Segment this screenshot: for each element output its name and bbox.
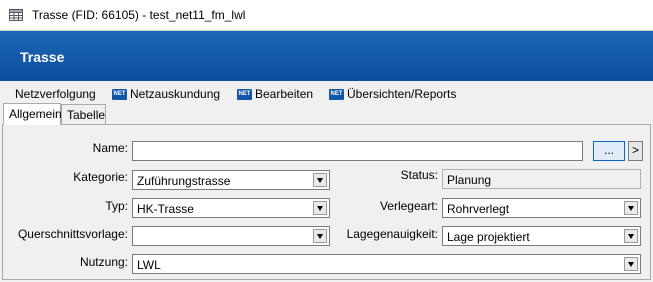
browse-button[interactable]: ... xyxy=(593,141,625,161)
verlegeart-select[interactable]: Rohrverlegt xyxy=(442,198,641,218)
status-field: Planung xyxy=(442,169,641,189)
kategorie-label: Kategorie: xyxy=(73,170,128,184)
nutzung-value: LWL xyxy=(137,258,161,272)
next-button[interactable]: > xyxy=(628,141,643,161)
chevron-down-icon[interactable] xyxy=(624,201,638,215)
chevron-down-icon[interactable] xyxy=(624,257,638,271)
chevron-down-icon[interactable] xyxy=(313,229,327,243)
querschnittsvorlage-label: Querschnittsvorlage: xyxy=(17,227,128,241)
table-window-icon xyxy=(9,9,23,21)
status-label: Status: xyxy=(400,168,438,182)
chevron-down-icon[interactable] xyxy=(313,201,327,215)
title-bar: Trasse (FID: 66105) - test_net11_fm_lwl xyxy=(0,0,653,31)
verlegeart-value: Rohrverlegt xyxy=(447,202,510,216)
kategorie-value: Zuführungstrasse xyxy=(137,174,231,188)
lagegenauigkeit-select[interactable]: Lage projektiert xyxy=(442,226,641,246)
net-icon: NET xyxy=(112,88,127,100)
lagegenauigkeit-label: Lagegenauigkeit: xyxy=(346,227,438,241)
menu-uebersichten-reports[interactable]: NET Übersichten/Reports xyxy=(329,86,456,102)
chevron-down-icon[interactable] xyxy=(313,173,327,187)
menu-bearbeiten[interactable]: NET Bearbeiten xyxy=(237,86,313,102)
nutzung-select[interactable]: LWL xyxy=(132,254,641,274)
menu-label: Bearbeiten xyxy=(255,87,314,101)
querschnittsvorlage-select[interactable] xyxy=(132,226,330,246)
typ-select[interactable]: HK-Trasse xyxy=(132,198,330,218)
typ-label: Typ: xyxy=(105,199,128,213)
menu-netzauskundung[interactable]: NET Netzauskundung xyxy=(112,86,220,102)
general-panel: Name: ... > Kategorie: Zuführungstrasse … xyxy=(2,124,651,280)
tab-allgemein[interactable]: Allgemein xyxy=(3,103,62,125)
window-title: Trasse (FID: 66105) - test_net11_fm_lwl xyxy=(32,8,246,22)
kategorie-select[interactable]: Zuführungstrasse xyxy=(132,170,330,190)
banner-title: Trasse xyxy=(20,49,65,65)
net-icon: NET xyxy=(237,88,252,100)
name-label: Name: xyxy=(92,141,128,155)
menu-netzverfolgung[interactable]: Netzverfolgung xyxy=(15,86,96,102)
menu-label: Netzauskundung xyxy=(130,87,221,101)
header-banner: Trasse xyxy=(0,31,653,81)
menu-bar: Netzverfolgung NET Netzauskundung NET Be… xyxy=(0,81,653,103)
lagegenauigkeit-value: Lage projektiert xyxy=(447,230,530,244)
verlegeart-label: Verlegeart: xyxy=(379,199,438,213)
menu-label: Netzverfolgung xyxy=(15,87,96,101)
name-input[interactable] xyxy=(132,141,583,161)
nutzung-label: Nutzung: xyxy=(79,255,128,269)
typ-value: HK-Trasse xyxy=(137,202,194,216)
chevron-down-icon[interactable] xyxy=(624,229,638,243)
menu-label: Übersichten/Reports xyxy=(347,87,457,101)
net-icon: NET xyxy=(329,88,344,100)
tab-tabelle[interactable]: Tabelle xyxy=(61,104,106,124)
